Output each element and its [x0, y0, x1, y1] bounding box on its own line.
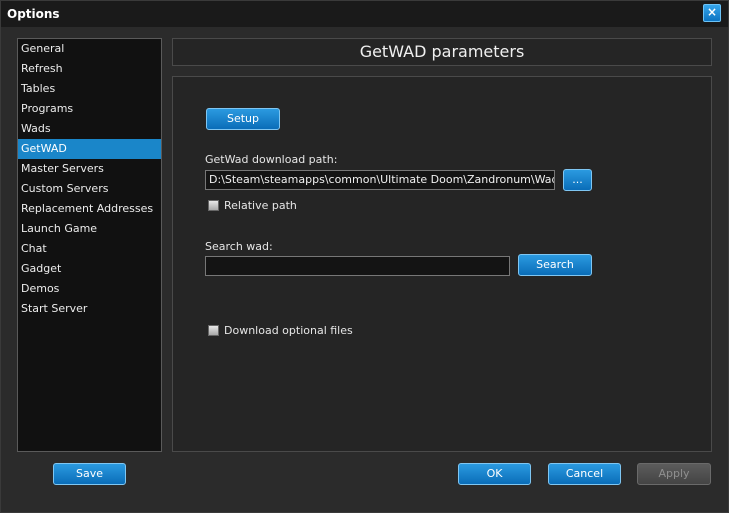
- download-path-label: GetWad download path:: [205, 153, 338, 166]
- download-optional-files-checkbox[interactable]: [208, 325, 219, 336]
- ok-button[interactable]: OK: [458, 463, 531, 485]
- sidebar-item-general[interactable]: General: [18, 39, 161, 59]
- sidebar-item-master-servers[interactable]: Master Servers: [18, 159, 161, 179]
- sidebar-item-getwad[interactable]: GetWAD: [18, 139, 161, 159]
- sidebar-item-programs[interactable]: Programs: [18, 99, 161, 119]
- sidebar-item-demos[interactable]: Demos: [18, 279, 161, 299]
- close-button[interactable]: ×: [703, 4, 721, 22]
- sidebar-item-start-server[interactable]: Start Server: [18, 299, 161, 319]
- browse-button[interactable]: ...: [563, 169, 592, 191]
- sidebar-item-custom-servers[interactable]: Custom Servers: [18, 179, 161, 199]
- sidebar-item-refresh[interactable]: Refresh: [18, 59, 161, 79]
- sidebar-item-gadget[interactable]: Gadget: [18, 259, 161, 279]
- sidebar-item-tables[interactable]: Tables: [18, 79, 161, 99]
- page-header: GetWAD parameters: [172, 38, 712, 66]
- search-wad-input[interactable]: [205, 256, 510, 276]
- relative-path-label: Relative path: [224, 199, 297, 212]
- relative-path-checkbox[interactable]: [208, 200, 219, 211]
- download-path-input[interactable]: D:\Steam\steamapps\common\Ultimate Doom\…: [205, 170, 555, 190]
- sidebar-item-chat[interactable]: Chat: [18, 239, 161, 259]
- page-title: GetWAD parameters: [359, 42, 525, 61]
- cancel-button[interactable]: Cancel: [548, 463, 621, 485]
- close-icon: ×: [706, 5, 718, 19]
- setup-button[interactable]: Setup: [206, 108, 280, 130]
- getwad-settings-panel: Setup GetWad download path: D:\Steam\ste…: [172, 76, 712, 452]
- search-button[interactable]: Search: [518, 254, 592, 276]
- window-title: Options: [7, 7, 60, 21]
- save-button[interactable]: Save: [53, 463, 126, 485]
- search-wad-label: Search wad:: [205, 240, 273, 253]
- sidebar-item-launch-game[interactable]: Launch Game: [18, 219, 161, 239]
- sidebar-item-replacement-addresses[interactable]: Replacement Addresses: [18, 199, 161, 219]
- download-optional-files-label: Download optional files: [224, 324, 353, 337]
- title-bar[interactable]: Options ×: [1, 1, 728, 27]
- options-category-list[interactable]: General Refresh Tables Programs Wads Get…: [17, 38, 162, 452]
- sidebar-item-wads[interactable]: Wads: [18, 119, 161, 139]
- apply-button[interactable]: Apply: [637, 463, 711, 485]
- options-window: Options × General Refresh Tables Program…: [0, 0, 729, 513]
